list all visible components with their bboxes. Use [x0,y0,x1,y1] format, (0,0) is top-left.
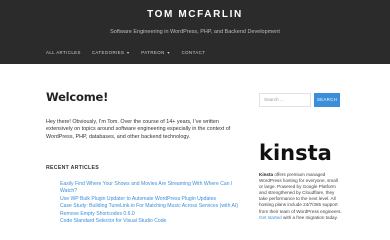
list-item: Case Study: Building TuneLink.io For Mat… [60,203,240,210]
kinsta-logo-image: kinsta [259,141,332,165]
list-item: Code Standard Selector for Visual Studio… [60,218,240,225]
kinsta-description: Kinsta offers premium managed WordPress … [259,172,343,221]
nav-contact[interactable]: CONTACT [182,50,206,55]
page-title: Welcome! [46,90,109,104]
kinsta-brand: Kinsta [259,172,274,177]
search-button[interactable]: SEARCH [314,92,340,107]
search-input[interactable] [259,92,311,107]
article-link[interactable]: Easily Find Where Your Shows and Movies … [60,181,232,194]
kinsta-suffix: with a free migration today. [281,214,338,220]
nav-categories-label: CATEGORIES [91,50,125,55]
article-link[interactable]: Case Study: Building TuneLink.io For Mat… [60,203,238,209]
kinsta-logo[interactable]: kinsta [259,141,343,168]
chevron-down-icon: ▼ [166,50,171,55]
nav-patreon-label: PATREON [141,50,165,55]
get-started-link[interactable]: Get started [259,215,282,220]
nav-patreon[interactable]: PATREON ▼ [141,50,170,55]
list-item: Easily Find Where Your Shows and Movies … [60,181,240,196]
nav-all-articles[interactable]: ALL ARTICLES [46,50,81,55]
list-item: Use WP Bulk Plugin Updater to Automate W… [60,196,240,203]
chevron-down-icon: ▼ [126,50,131,55]
article-link[interactable]: Remove Empty Shortcodes 0.6.0 [60,211,135,217]
article-link[interactable]: Use WP Bulk Plugin Updater to Automate W… [60,196,216,202]
nav-all-articles-label: ALL ARTICLES [46,50,81,55]
search-form: SEARCH [259,92,343,107]
main-nav: ALL ARTICLES CATEGORIES ▼ PATREON ▼ CONT… [46,50,216,55]
nav-categories[interactable]: CATEGORIES ▼ [92,50,130,55]
site-header: TOM MCFARLIN Software Engineering in Wor… [0,0,390,64]
recent-articles-heading: RECENT ARTICLES [46,165,100,171]
kinsta-text: offers premium managed WordPress hosting… [259,172,342,214]
kinsta-logo-text: kinsta [259,143,332,163]
site-description: Software Engineering in WordPress, PHP, … [110,29,280,35]
list-item: Remove Empty Shortcodes 0.6.0 [60,211,240,218]
nav-contact-label: CONTACT [181,50,206,55]
recent-articles-list: Easily Find Where Your Shows and Movies … [60,181,240,225]
article-link[interactable]: Code Standard Selector for Visual Studio… [60,218,166,224]
site-title[interactable]: TOM MCFARLIN [0,9,390,20]
sidebar: SEARCH kinsta Kinsta offers premium mana… [259,92,343,221]
main-content: Welcome! Hey there! Obviously, I’m Tom. … [46,90,242,224]
intro-paragraph: Hey there! Obviously, I’m Tom. Over the … [46,119,231,140]
